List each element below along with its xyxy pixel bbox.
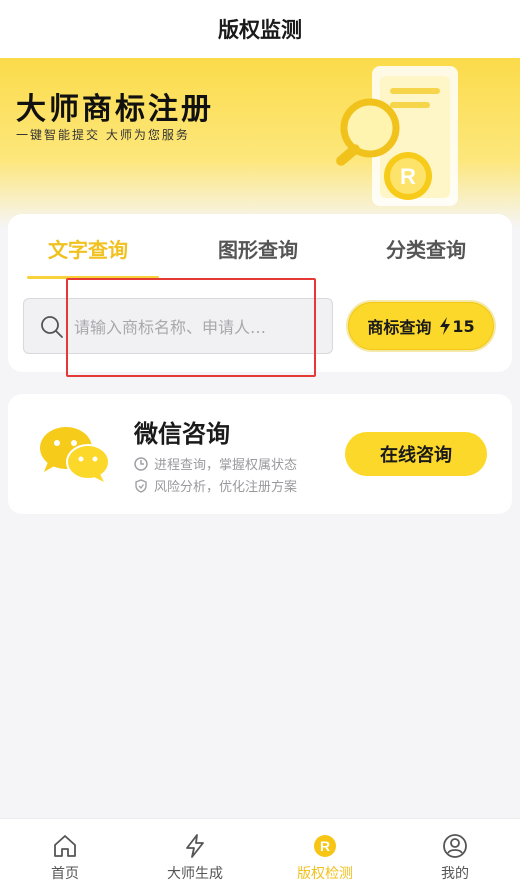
bolt-icon — [440, 317, 451, 335]
shield-icon — [135, 478, 147, 493]
wechat-feature-2-text: 风险分析，优化注册方案 — [154, 480, 298, 495]
tabbar-label-copyright: 版权检测 — [297, 865, 353, 882]
tabbar-item-generate[interactable]: 大师生成 — [130, 819, 260, 895]
home-icon — [54, 834, 76, 857]
wechat-feature-1-text: 进程查询，掌握权属状态 — [154, 458, 298, 473]
tabbar-item-mine[interactable]: 我的 — [390, 819, 520, 895]
tab-text-search[interactable]: 文字查询 — [48, 234, 128, 263]
search-card: 文字查询 图形查询 分类查询 商标查询 15 — [8, 214, 512, 372]
query-credit-count: 15 — [452, 316, 475, 336]
tab-image-search[interactable]: 图形查询 — [218, 234, 298, 263]
clock-icon — [134, 456, 148, 471]
search-icon — [41, 316, 63, 338]
svg-text:R: R — [400, 164, 416, 189]
wechat-title: 微信咨询 — [134, 420, 230, 448]
tabbar-label-generate: 大师生成 — [167, 865, 223, 882]
tabbar-item-home[interactable]: 首页 — [0, 819, 130, 895]
user-icon — [443, 833, 467, 858]
promo-banner[interactable]: 大师商标注册 一键智能提交 大师为您服务 R — [0, 58, 520, 228]
bottom-tabbar: 首页 大师生成 R 版权检测 我的 — [0, 818, 520, 895]
wechat-feature-2: 风险分析，优化注册方案 — [134, 476, 297, 495]
wechat-feature-1: 进程查询，掌握权属状态 — [134, 454, 297, 473]
svg-text:R: R — [320, 838, 330, 854]
wechat-consult-card: 微信咨询 进程查询，掌握权属状态 风险分析，优化注册方案 在线咨询 — [8, 394, 512, 514]
active-tab-indicator — [27, 276, 159, 279]
wechat-icon — [40, 427, 110, 482]
top-header: 版权监测 — [0, 0, 520, 58]
tab-category-search[interactable]: 分类查询 — [386, 234, 466, 263]
page-title: 版权监测 — [218, 18, 302, 42]
search-input[interactable] — [74, 307, 322, 347]
bolt-icon — [186, 833, 204, 858]
banner-subtitle: 一键智能提交 大师为您服务 — [16, 128, 190, 142]
banner-title: 大师商标注册 — [16, 92, 214, 127]
query-button-label: 商标查询 — [367, 318, 432, 337]
trademark-query-button[interactable]: 商标查询 15 — [346, 300, 496, 352]
search-field[interactable] — [23, 298, 333, 354]
query-credit: 15 — [439, 316, 475, 336]
tabbar-label-mine: 我的 — [441, 865, 469, 882]
trademark-magnifier-illustration: R — [336, 66, 458, 206]
trademark-r-icon: R — [314, 834, 336, 857]
tabbar-label-home: 首页 — [51, 865, 79, 882]
tabbar-item-copyright[interactable]: R 版权检测 — [260, 819, 390, 895]
online-consult-button[interactable]: 在线咨询 — [345, 432, 487, 476]
